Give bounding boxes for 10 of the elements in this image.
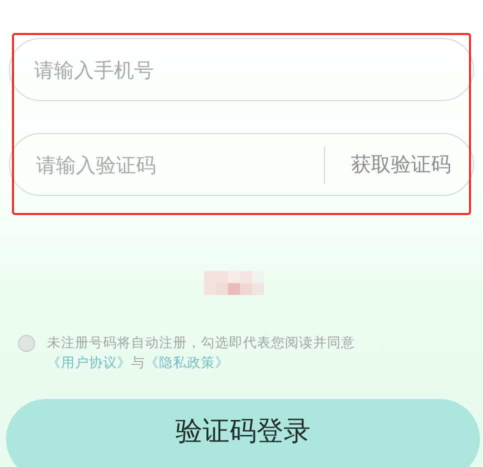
privacy-policy-link[interactable]: 《隐私政策》 — [145, 353, 229, 373]
user-agreement-link[interactable]: 《用户协议》 — [47, 353, 131, 373]
code-field[interactable]: 请输入验证码 获取验证码 — [9, 133, 474, 196]
phone-input-field[interactable]: 请输入手机号 — [9, 38, 474, 101]
code-input-field[interactable]: 请输入验证码 — [34, 152, 324, 178]
agree-checkbox[interactable] — [18, 335, 35, 352]
get-code-button[interactable]: 获取验证码 — [325, 151, 473, 178]
agreement-text: 未注册号码将自动注册，勾选即代表您阅读并同意 — [47, 334, 355, 353]
login-button[interactable]: 验证码登录 — [6, 399, 480, 467]
joiner-text: 与 — [131, 354, 145, 373]
